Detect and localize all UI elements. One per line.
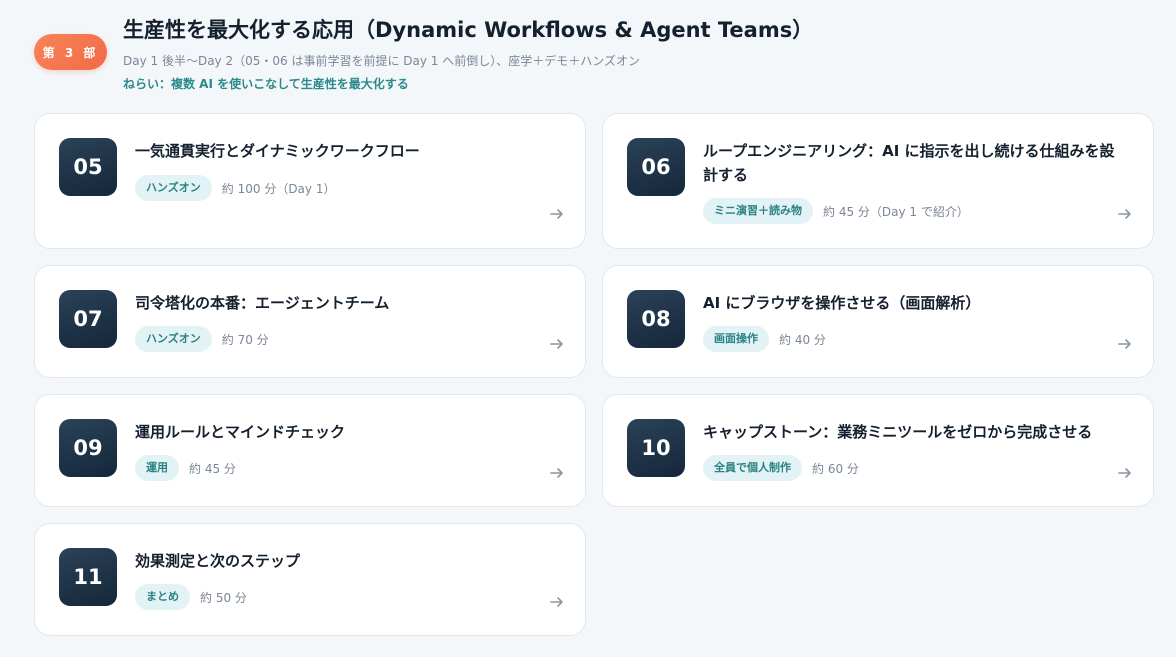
session-card-06[interactable]: 06 ループエンジニアリング：AI に指示を出し続ける仕組みを設計する ミニ演習… [602, 113, 1154, 249]
session-number: 06 [627, 138, 685, 196]
session-card-07[interactable]: 07 司令塔化の本番：エージェントチーム ハンズオン 約 70 分 [34, 265, 586, 378]
session-card-05[interactable]: 05 一気通貫実行とダイナミックワークフロー ハンズオン 約 100 分（Day… [34, 113, 586, 249]
session-title: ループエンジニアリング：AI に指示を出し続ける仕組みを設計する [703, 142, 1115, 184]
arrow-right-icon[interactable] [549, 594, 565, 610]
session-title: 司令塔化の本番：エージェントチーム [135, 294, 390, 312]
arrow-right-icon[interactable] [549, 336, 565, 352]
session-duration: 約 40 分 [779, 332, 826, 347]
page-title: 生産性を最大化する応用（Dynamic Workflows & Agent Te… [123, 18, 814, 42]
session-card-10[interactable]: 10 キャップストーン：業務ミニツールをゼロから完成させる 全員で個人制作 約 … [602, 394, 1154, 507]
session-card-09[interactable]: 09 運用ルールとマインドチェック 運用 約 45 分 [34, 394, 586, 507]
session-duration: 約 45 分 [189, 461, 236, 476]
session-tag: 画面操作 [703, 326, 769, 352]
session-title: 一気通貫実行とダイナミックワークフロー [135, 142, 420, 160]
session-duration: 約 50 分 [200, 590, 247, 605]
session-title: キャップストーン：業務ミニツールをゼロから完成させる [703, 423, 1093, 441]
session-duration: 約 100 分（Day 1） [221, 181, 336, 196]
arrow-right-icon[interactable] [549, 465, 565, 481]
session-meta: 全員で個人制作 約 60 分 [703, 455, 859, 481]
section-header: 第 3 部 生産性を最大化する応用（Dynamic Workflows & Ag… [34, 14, 1156, 104]
arrow-right-icon[interactable] [1117, 206, 1133, 222]
arrow-right-icon[interactable] [1117, 465, 1133, 481]
session-tag: ハンズオン [135, 326, 212, 352]
session-number: 10 [627, 419, 685, 477]
session-number: 09 [59, 419, 117, 477]
session-meta: 画面操作 約 40 分 [703, 326, 826, 352]
session-title: 運用ルールとマインドチェック [135, 423, 346, 441]
session-meta: まとめ 約 50 分 [135, 584, 247, 610]
session-meta: ミニ演習＋読み物 約 45 分（Day 1 で紹介） [703, 198, 969, 224]
session-tag: 全員で個人制作 [703, 455, 802, 481]
session-card-08[interactable]: 08 AI にブラウザを操作させる（画面解析） 画面操作 約 40 分 [602, 265, 1154, 378]
session-number: 08 [627, 290, 685, 348]
session-number: 05 [59, 138, 117, 196]
session-tag: ハンズオン [135, 175, 212, 201]
session-tag: まとめ [135, 584, 190, 610]
session-meta: ハンズオン 約 100 分（Day 1） [135, 175, 335, 201]
session-meta: ハンズオン 約 70 分 [135, 326, 269, 352]
arrow-right-icon[interactable] [1117, 336, 1133, 352]
page: 第 3 部 生産性を最大化する応用（Dynamic Workflows & Ag… [0, 0, 1176, 657]
session-tag: 運用 [135, 455, 179, 481]
arrow-right-icon[interactable] [549, 206, 565, 222]
session-number: 07 [59, 290, 117, 348]
session-duration: 約 70 分 [221, 332, 269, 347]
page-aim: ねらい：複数 AI を使いこなして生産性を最大化する [123, 77, 409, 91]
session-meta: 運用 約 45 分 [135, 455, 236, 481]
session-tag: ミニ演習＋読み物 [703, 198, 813, 224]
session-card-11[interactable]: 11 効果測定と次のステップ まとめ 約 50 分 [34, 523, 586, 636]
session-duration: 約 45 分（Day 1 で紹介） [823, 204, 969, 219]
part-badge: 第 3 部 [34, 34, 107, 70]
session-duration: 約 60 分 [812, 461, 859, 476]
session-number: 11 [59, 548, 117, 606]
session-title: 効果測定と次のステップ [135, 552, 301, 570]
page-subtitle: Day 1 後半〜Day 2（05・06 は事前学習を前提に Day 1 へ前倒… [123, 54, 640, 68]
session-title: AI にブラウザを操作させる（画面解析） [703, 294, 981, 312]
